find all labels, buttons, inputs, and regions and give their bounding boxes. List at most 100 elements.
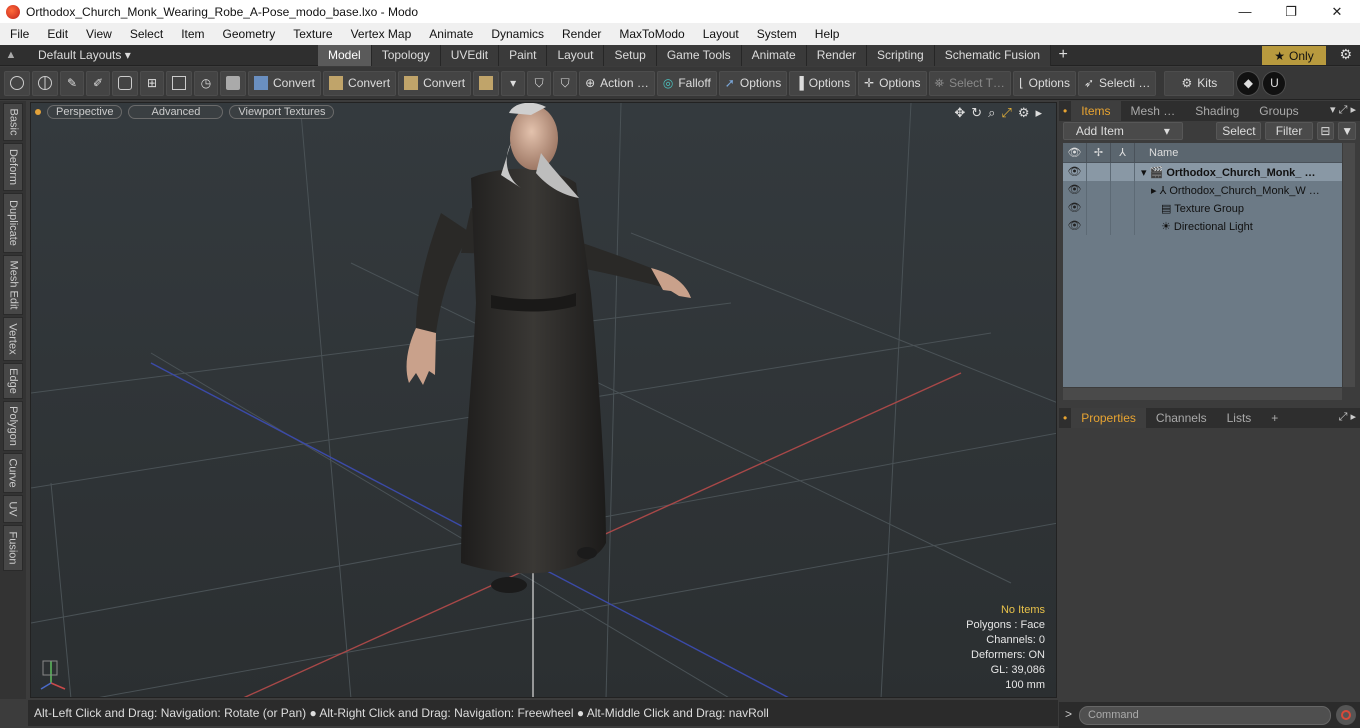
menu-help[interactable]: Help xyxy=(806,23,849,45)
tab-deform[interactable]: Deform xyxy=(3,143,23,191)
perspective-view-button[interactable]: Perspective xyxy=(47,105,123,119)
collapse-icon[interactable]: ⊟ xyxy=(1316,122,1335,140)
tab-paint[interactable]: Paint xyxy=(499,44,548,66)
tab-model[interactable]: Model xyxy=(318,44,372,66)
tree-row-texture-group[interactable]: 👁 ▤ Texture Group xyxy=(1063,199,1342,217)
rotate-icon[interactable]: ↻ xyxy=(971,105,982,121)
viewport-menu-dot[interactable] xyxy=(35,109,41,115)
shield-mode-button[interactable] xyxy=(220,70,246,96)
selection-button[interactable]: ➶ Selecti … xyxy=(1077,70,1157,96)
edges-mode-button[interactable] xyxy=(32,70,58,96)
type-column-icon[interactable]: ⅄ xyxy=(1111,142,1135,163)
eye-icon[interactable]: 👁 xyxy=(1063,217,1087,235)
lock-column-icon[interactable]: ✢ xyxy=(1087,142,1111,163)
eye-icon[interactable]: 👁 xyxy=(1063,181,1087,199)
menu-item[interactable]: Item xyxy=(172,23,213,45)
menu-select[interactable]: Select xyxy=(121,23,172,45)
unreal-button[interactable]: U xyxy=(1262,70,1287,96)
tab-fusion[interactable]: Fusion xyxy=(3,525,23,571)
record-macro-button[interactable] xyxy=(1336,705,1356,725)
3d-viewport[interactable]: Perspective Advanced Viewport Textures ✥… xyxy=(30,102,1057,698)
convert-button-3[interactable]: Convert xyxy=(398,70,472,96)
snap-button-1[interactable]: ⛉ xyxy=(527,70,552,96)
tab-scripting[interactable]: Scripting xyxy=(867,44,935,66)
viewport-textures-button[interactable]: Viewport Textures xyxy=(229,105,335,119)
options-button-4[interactable]: ⌊ Options xyxy=(1012,70,1076,96)
materials-mode-button[interactable] xyxy=(166,70,192,96)
funnel-icon[interactable]: ▼ xyxy=(1338,122,1356,140)
menu-animate[interactable]: Animate xyxy=(420,23,482,45)
tab-polygon[interactable]: Polygon xyxy=(3,401,23,451)
menu-vertex-map[interactable]: Vertex Map xyxy=(342,23,421,45)
options-button-2[interactable]: ▐ Options xyxy=(789,70,857,96)
tab-basic[interactable]: Basic xyxy=(3,103,23,141)
menu-dynamics[interactable]: Dynamics xyxy=(482,23,553,45)
menu-geometry[interactable]: Geometry xyxy=(214,23,285,45)
items-mode-button[interactable]: ⊞ xyxy=(140,70,164,96)
tab-edge[interactable]: Edge xyxy=(3,363,23,399)
eye-icon[interactable]: 👁 xyxy=(1063,163,1087,181)
items-vertical-scrollbar[interactable] xyxy=(1343,143,1355,387)
convert-button-2[interactable]: Convert xyxy=(323,70,397,96)
prop-panel-expand-icons[interactable]: ⤢ ▸ xyxy=(1339,410,1356,424)
tab-layout[interactable]: Layout xyxy=(547,44,605,66)
tab-animate[interactable]: Animate xyxy=(741,44,807,66)
vertices-mode-button[interactable] xyxy=(4,70,30,96)
menu-system[interactable]: System xyxy=(748,23,806,45)
symmetry-button[interactable] xyxy=(473,70,500,96)
menu-file[interactable]: File xyxy=(0,23,38,45)
zoom-icon[interactable]: ⌕ xyxy=(988,105,995,121)
tab-properties[interactable]: Properties xyxy=(1071,408,1146,428)
select-button[interactable]: Select xyxy=(1216,122,1262,140)
viewport-settings-gear-icon[interactable]: ⚙ xyxy=(1018,105,1030,121)
pan-icon[interactable]: ✥ xyxy=(954,105,965,121)
advanced-shading-button[interactable]: Advanced xyxy=(128,105,224,119)
falloff-button[interactable]: ◎ Falloff xyxy=(656,70,717,96)
pen-tool-button[interactable]: ✎ xyxy=(60,70,84,96)
only-toggle-button[interactable]: ★ Only xyxy=(1262,46,1326,65)
tab-mesh-edit[interactable]: Mesh Edit xyxy=(3,255,23,315)
menu-view[interactable]: View xyxy=(77,23,121,45)
panel-expand-icons[interactable]: ▾ ⤢ ▸ xyxy=(1330,103,1356,117)
tab-groups[interactable]: Groups xyxy=(1249,101,1308,121)
menu-layout[interactable]: Layout xyxy=(694,23,748,45)
fit-view-icon[interactable]: ⤢ xyxy=(1001,105,1011,121)
viewport-more-arrow-icon[interactable]: ▸ xyxy=(1035,105,1042,121)
tab-curve[interactable]: Curve xyxy=(3,453,23,493)
add-tab-button[interactable]: + xyxy=(1261,408,1288,428)
minimize-button[interactable]: — xyxy=(1222,0,1268,23)
tab-items[interactable]: Items xyxy=(1071,101,1121,121)
menu-edit[interactable]: Edit xyxy=(38,23,77,45)
name-column-header[interactable]: Name xyxy=(1135,147,1178,159)
tab-render[interactable]: Render xyxy=(806,44,868,66)
maximize-button[interactable]: ❐ xyxy=(1268,0,1314,23)
tab-uvedit[interactable]: UVEdit xyxy=(440,44,500,66)
convert-button-1[interactable]: Convert xyxy=(248,70,322,96)
tab-game-tools[interactable]: Game Tools xyxy=(656,44,742,66)
tab-shading[interactable]: Shading xyxy=(1185,101,1249,121)
tab-setup[interactable]: Setup xyxy=(604,44,657,66)
select-through-button[interactable]: ⛯ Select T… xyxy=(928,70,1011,96)
items-horizontal-scrollbar[interactable] xyxy=(1063,388,1342,400)
polygons-mode-button[interactable] xyxy=(112,70,138,96)
tab-duplicate[interactable]: Duplicate xyxy=(3,193,23,253)
snap-button-2[interactable]: ⛉ xyxy=(553,70,578,96)
lasso-tool-button[interactable]: ✐ xyxy=(86,70,110,96)
tab-lists[interactable]: Lists xyxy=(1217,408,1262,428)
filter-button[interactable]: Filter xyxy=(1265,122,1313,140)
prop-menu-dot[interactable]: • xyxy=(1059,408,1071,428)
menu-render[interactable]: Render xyxy=(553,23,610,45)
kits-button[interactable]: ⚙ Kits xyxy=(1164,70,1235,96)
add-layout-tab-button[interactable]: + xyxy=(1051,46,1075,64)
tree-row-directional-light[interactable]: 👁 ☀ Directional Light xyxy=(1063,217,1342,235)
visibility-column-eye-icon[interactable]: 👁 xyxy=(1063,142,1087,163)
menu-texture[interactable]: Texture xyxy=(284,23,341,45)
tab-mesh[interactable]: Mesh … xyxy=(1121,101,1186,121)
tree-row-scene[interactable]: 👁 ▾ 🎬 Orthodox_Church_Monk_ … xyxy=(1063,163,1342,181)
options-button-1[interactable]: ➚ Options xyxy=(718,70,788,96)
dropdown-arrow-button[interactable]: ▾ xyxy=(501,70,526,96)
options-button-3[interactable]: ✛ Options xyxy=(858,70,927,96)
layout-settings-gear-icon[interactable]: ⚙ xyxy=(1339,46,1352,63)
tab-channels[interactable]: Channels xyxy=(1146,408,1217,428)
tab-topology[interactable]: Topology xyxy=(371,44,441,66)
